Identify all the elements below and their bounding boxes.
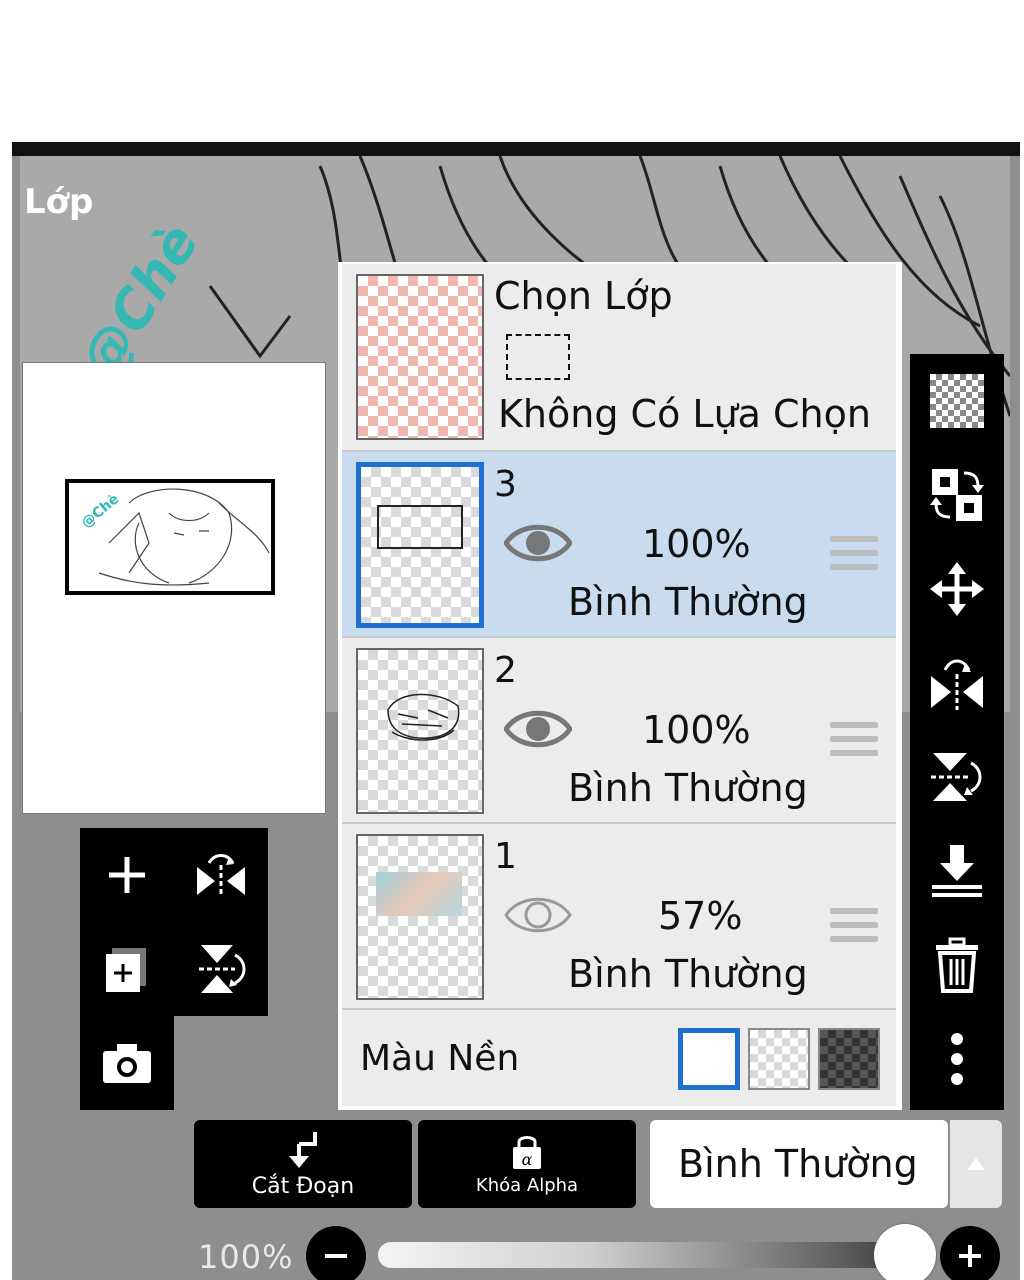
eye-icon <box>502 524 574 562</box>
left-toolbar <box>80 828 268 1016</box>
swap-layers-icon <box>930 469 984 521</box>
layer-row-1[interactable]: 1 57% Bình Thường <box>342 824 896 1010</box>
flip-horizontal-button[interactable] <box>910 636 1004 730</box>
camera-button[interactable] <box>80 1016 174 1110</box>
selection-marquee-icon <box>506 334 570 380</box>
thumbnail-content <box>377 505 463 549</box>
drag-handle-icon[interactable] <box>830 908 878 950</box>
layer-opacity: 100% <box>642 522 751 566</box>
opacity-slider-track[interactable] <box>378 1242 910 1268</box>
flip-horizontal-icon <box>931 659 983 710</box>
background-color-row: Màu Nền <box>342 1010 896 1106</box>
delete-layer-button[interactable] <box>910 918 1004 1012</box>
blend-mode-select[interactable]: Bình Thường <box>650 1120 948 1208</box>
visibility-toggle[interactable] <box>504 892 572 942</box>
add-icon <box>109 857 145 893</box>
drag-handle-icon[interactable] <box>830 536 878 578</box>
layer-thumbnail <box>356 834 484 1000</box>
layer-row-2[interactable]: 2 100% Bình Thường <box>342 638 896 824</box>
plus-icon <box>959 1245 981 1267</box>
copy-layer-icon <box>106 948 146 992</box>
layer-row-3[interactable]: 3 100% Bình Thường <box>342 452 896 638</box>
more-icon <box>951 1033 963 1085</box>
layer-blend-mode: Bình Thường <box>568 952 808 996</box>
flip-horizontal-icon <box>197 854 245 897</box>
svg-text:α: α <box>522 1150 533 1169</box>
drag-handle-icon[interactable] <box>830 722 878 764</box>
preview-artwork: @Chè <box>65 479 275 595</box>
trash-icon <box>936 937 978 993</box>
flip-vertical-icon <box>199 945 246 993</box>
clipping-label: Cắt Đoạn <box>251 1173 355 1199</box>
layer-thumbnail <box>356 648 484 814</box>
canvas-preview[interactable]: @Chè <box>22 362 326 814</box>
lock-alpha-icon: α <box>513 1135 541 1169</box>
layer-panel: Lớp @Chè @Chè Chọn Lớp Không Có Lựa Chọn… <box>12 142 1020 1280</box>
transparency-button[interactable] <box>910 354 1004 448</box>
eye-hidden-icon <box>504 897 572 933</box>
clipping-button[interactable]: Cắt Đoạn <box>194 1120 412 1208</box>
layer-list: Chọn Lớp Không Có Lựa Chọn 3 100% Bình T… <box>338 262 902 1110</box>
panel-title: Lớp <box>24 182 94 222</box>
camera-icon <box>103 1044 151 1083</box>
clipping-arrow-icon <box>289 1131 317 1168</box>
transparency-icon <box>930 374 984 428</box>
visibility-toggle[interactable] <box>502 520 574 570</box>
copy-layer-button[interactable] <box>80 922 174 1016</box>
visibility-toggle[interactable] <box>502 706 574 756</box>
alpha-lock-label: Khóa Alpha <box>475 1174 579 1196</box>
background-dark-swatch[interactable] <box>818 1028 880 1090</box>
layer-blend-mode: Bình Thường <box>568 580 808 624</box>
selection-layer-row[interactable]: Chọn Lớp Không Có Lựa Chọn <box>342 264 896 452</box>
flip-layer-horizontal-button[interactable] <box>174 828 268 922</box>
move-button[interactable] <box>910 542 1004 636</box>
layer-blend-mode: Bình Thường <box>568 766 808 810</box>
selection-status: Không Có Lựa Chọn <box>498 392 871 436</box>
alpha-lock-button[interactable]: α Khóa Alpha <box>418 1120 636 1208</box>
merge-down-icon <box>932 845 982 897</box>
opacity-increase-button[interactable] <box>940 1226 1000 1280</box>
merge-down-button[interactable] <box>910 824 1004 918</box>
app-screen: Lớp @Chè @Chè Chọn Lớp Không Có Lựa Chọn… <box>0 0 1024 1280</box>
svg-text:@Chè: @Chè <box>79 491 123 531</box>
selection-thumbnail <box>356 274 484 440</box>
layer-opacity: 100% <box>642 708 751 752</box>
swap-layers-button[interactable] <box>910 448 1004 542</box>
layer-number: 2 <box>494 650 517 691</box>
background-white-swatch[interactable] <box>678 1028 740 1090</box>
flip-vertical-icon <box>931 753 982 801</box>
right-toolbar <box>910 354 1004 1110</box>
move-icon <box>930 562 984 616</box>
background-label: Màu Nền <box>360 1038 520 1079</box>
flip-layer-vertical-button[interactable] <box>174 922 268 1016</box>
minus-icon <box>325 1254 347 1258</box>
opacity-decrease-button[interactable] <box>306 1226 366 1280</box>
triangle-up-icon <box>967 1158 985 1170</box>
more-options-button[interactable] <box>910 1012 1004 1106</box>
opacity-slider-handle[interactable] <box>874 1224 936 1280</box>
flip-vertical-button[interactable] <box>910 730 1004 824</box>
add-layer-button[interactable] <box>80 828 174 922</box>
left-toolbar-camera <box>80 1016 174 1110</box>
opacity-value: 100% <box>198 1238 294 1276</box>
background-transparent-swatch[interactable] <box>748 1028 810 1090</box>
blend-mode-dropdown-button[interactable] <box>950 1120 1002 1208</box>
selection-title: Chọn Lớp <box>494 274 673 318</box>
layer-number: 1 <box>494 836 517 877</box>
layer-thumbnail <box>356 462 484 628</box>
layer-number: 3 <box>494 464 517 505</box>
eye-icon <box>502 710 574 748</box>
thumbnail-content <box>376 872 462 916</box>
layer-opacity: 57% <box>658 894 743 938</box>
